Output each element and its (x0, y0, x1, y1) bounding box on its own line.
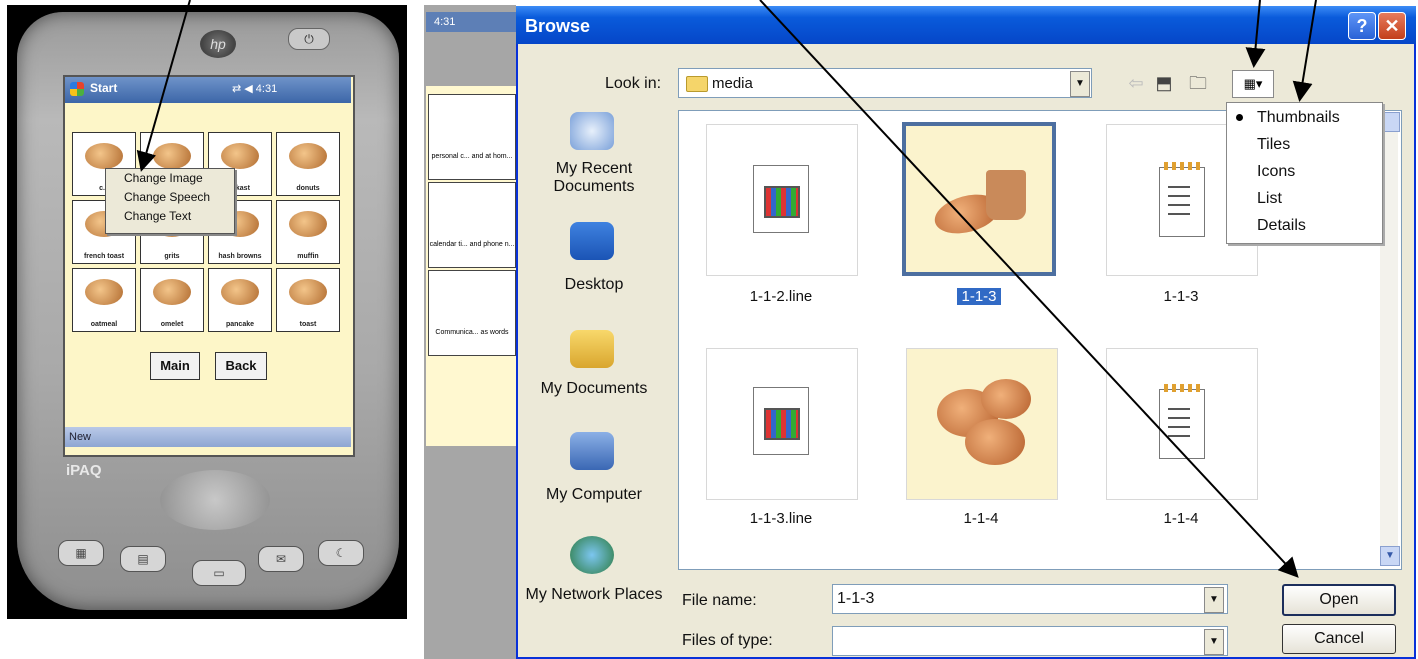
arrow-to-views-menu (1292, 0, 1317, 102)
annotation-arrows (136, 0, 1317, 578)
arrow-to-views-button (1245, 0, 1266, 68)
arrow-to-context-menu (136, 0, 191, 172)
arrow-to-open-button (759, 0, 1299, 578)
